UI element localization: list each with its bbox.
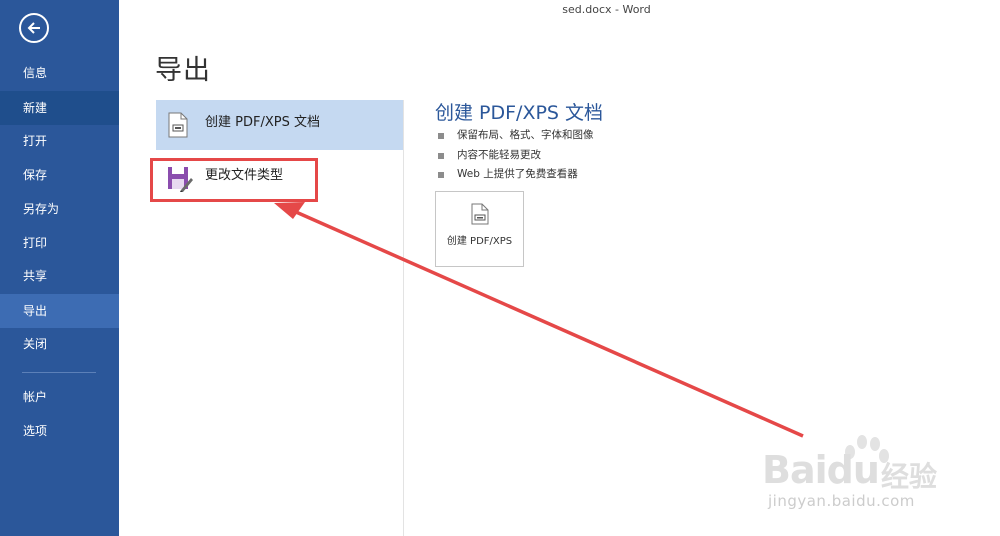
detail-bullets: 保留布局、格式、字体和图像 内容不能轻易更改 Web 上提供了免费查看器	[438, 126, 594, 185]
detail-title: 创建 PDF/XPS 文档	[435, 102, 604, 124]
option-create-pdf-xps[interactable]: 创建 PDF/XPS 文档	[156, 100, 403, 150]
option-change-file-type[interactable]: 更改文件类型	[156, 153, 403, 203]
window-title: sed.docx - Word	[562, 3, 651, 16]
create-pdf-xps-button-label: 创建 PDF/XPS	[446, 236, 513, 247]
back-arrow-icon[interactable]	[19, 13, 49, 43]
create-pdf-xps-button[interactable]: 创建 PDF/XPS	[435, 191, 524, 267]
sidebar-item-save[interactable]: 保存	[0, 158, 119, 192]
sidebar-item-share[interactable]: 共享	[0, 259, 119, 293]
bullet-item: 保留布局、格式、字体和图像	[438, 126, 594, 146]
sidebar-item-new[interactable]: 新建	[0, 91, 119, 125]
panel-divider	[403, 100, 404, 536]
page-title: 导出	[155, 55, 211, 86]
option-label: 创建 PDF/XPS 文档	[205, 115, 320, 130]
sidebar-item-close[interactable]: 关闭	[0, 327, 119, 361]
save-file-type-icon	[167, 166, 193, 196]
sidebar-item-save-as[interactable]: 另存为	[0, 192, 119, 226]
option-label: 更改文件类型	[205, 168, 284, 183]
pdf-document-icon	[167, 112, 189, 142]
watermark-brand: Baidu	[762, 448, 880, 492]
sidebar-item-open[interactable]: 打开	[0, 124, 119, 158]
bullet-item: 内容不能轻易更改	[438, 146, 594, 166]
backstage-sidebar: 信息 新建 打开 保存 另存为 打印 共享 导出 关闭 帐户 选项	[0, 0, 119, 536]
sidebar-item-options[interactable]: 选项	[0, 414, 119, 448]
sidebar-item-account[interactable]: 帐户	[0, 380, 119, 414]
sidebar-divider	[22, 372, 96, 373]
sidebar-item-info[interactable]: 信息	[0, 56, 119, 90]
bullet-item: Web 上提供了免费查看器	[438, 165, 594, 185]
sidebar-item-export[interactable]: 导出	[0, 294, 119, 328]
pdf-document-icon	[471, 203, 489, 229]
sidebar-item-print[interactable]: 打印	[0, 226, 119, 260]
baidu-watermark: Baidu 经验 jingyan.baidu.com	[762, 430, 962, 520]
watermark-cn: 经验	[881, 460, 938, 493]
watermark-url: jingyan.baidu.com	[768, 492, 915, 510]
